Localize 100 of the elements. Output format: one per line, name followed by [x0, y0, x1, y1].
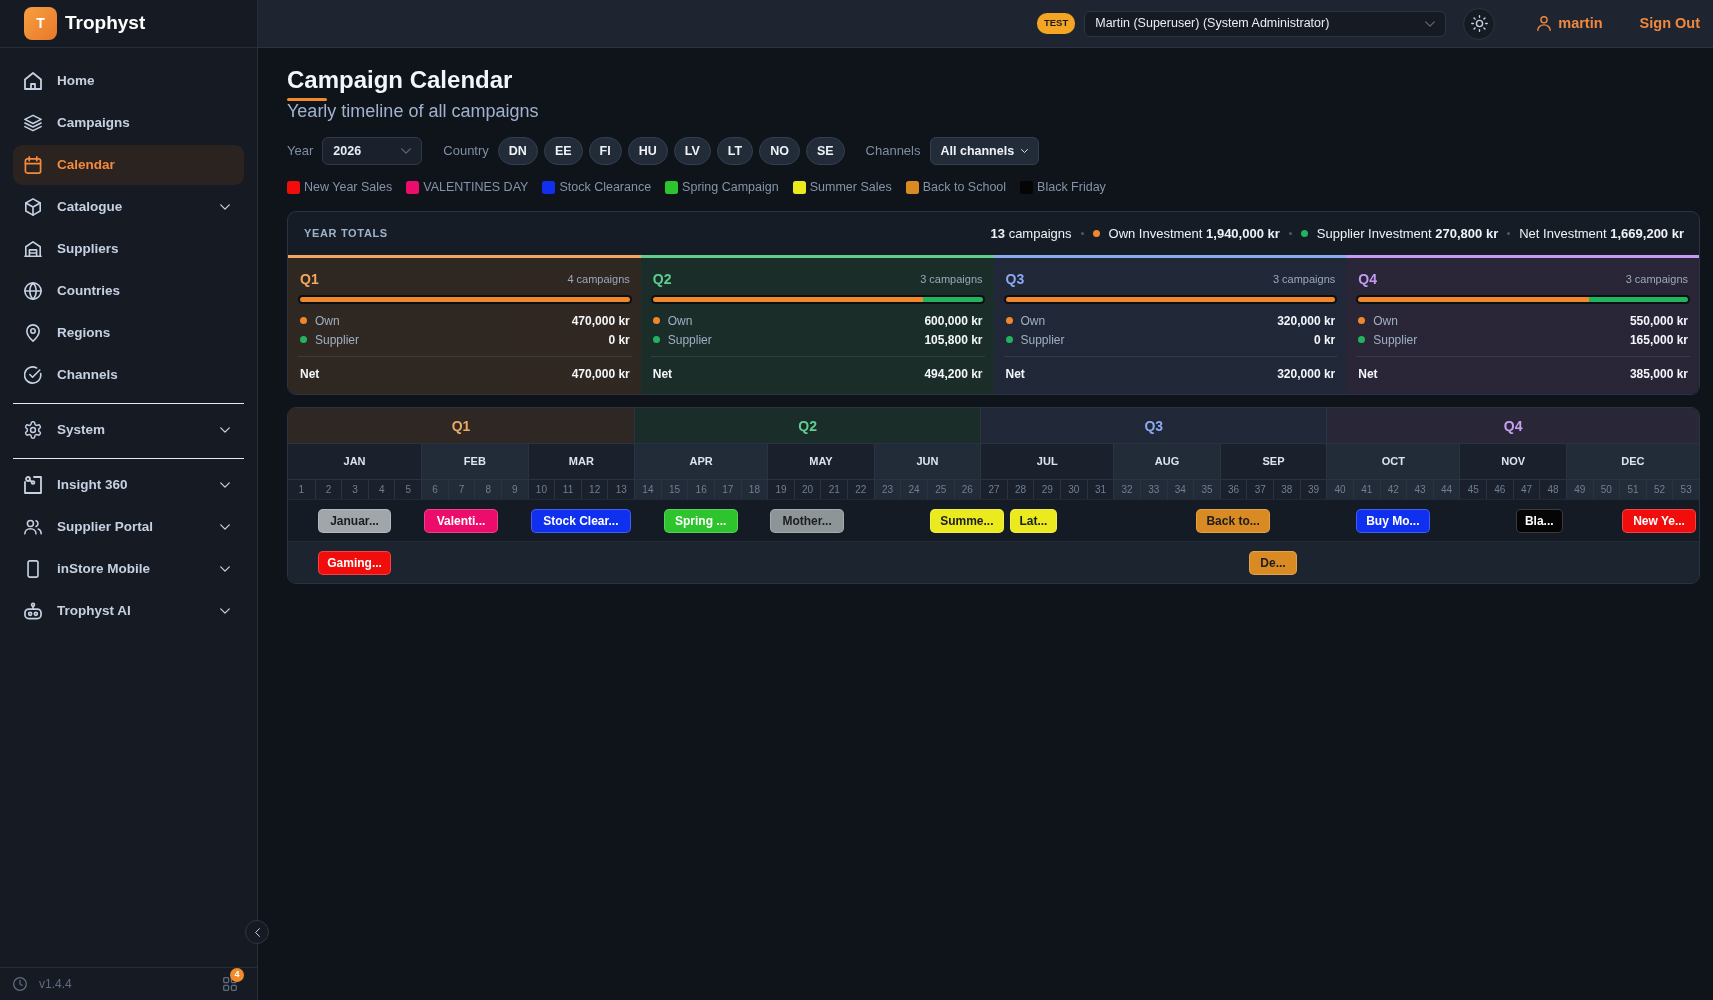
campaign-bar[interactable]: Gaming... — [317, 550, 392, 575]
campaign-bar[interactable]: New Ye... — [1622, 508, 1696, 533]
campaign-bar[interactable]: Summe... — [929, 508, 1004, 533]
section-title: YEAR TOTALS — [304, 226, 388, 242]
week-number: 1 — [288, 479, 315, 499]
week-number: 49 — [1565, 479, 1593, 499]
country-chip[interactable]: LT — [716, 137, 754, 165]
country-chip[interactable]: SE — [805, 137, 845, 165]
sidebar-item[interactable]: Catalogue — [13, 187, 244, 227]
campaign-bar[interactable]: Stock Clear... — [530, 508, 632, 533]
campaign-count: 3 campaigns — [920, 271, 983, 287]
amount-label: Net — [1358, 365, 1378, 383]
user-link[interactable]: martin — [1537, 12, 1603, 35]
week-number: 50 — [1592, 479, 1620, 499]
campaign-bar[interactable]: Lat... — [1009, 508, 1058, 533]
week-number: 44 — [1432, 479, 1460, 499]
sidebar-item[interactable]: Regions — [13, 313, 244, 353]
amount-label: Net — [652, 365, 673, 383]
week-number: 4 — [367, 479, 395, 499]
sidebar-item[interactable]: Countries — [13, 271, 244, 311]
sidebar-item[interactable]: Trophyst AI — [13, 591, 244, 631]
country-chip[interactable]: NO — [759, 137, 800, 165]
total-stat: Own Investment 1,940,000 kr — [1108, 224, 1280, 243]
week-number: 12 — [580, 479, 608, 499]
amount-value: 0 kr — [1313, 331, 1336, 349]
year-select[interactable]: 2026 — [322, 137, 423, 165]
month-header: AUG — [1113, 443, 1220, 479]
role-select[interactable]: Martin (Superuser) (System Administrator) — [1084, 10, 1447, 37]
month-header: SEP — [1219, 443, 1327, 479]
week-number: 48 — [1539, 479, 1566, 499]
campaign-bar[interactable]: Back to... — [1196, 508, 1271, 533]
sidebar-item[interactable]: Channels — [13, 355, 244, 395]
week-number: 17 — [713, 479, 741, 499]
campaign-bar[interactable]: Mother... — [770, 508, 845, 533]
month-header: NOV — [1459, 443, 1566, 479]
campaign-bar[interactable]: Valenti... — [424, 508, 498, 533]
sidebar-item[interactable]: Supplier Portal — [13, 507, 244, 547]
cube-icon — [24, 198, 42, 216]
country-chip[interactable]: FI — [588, 137, 622, 165]
filter-label: Country — [443, 142, 489, 161]
sign-out-link[interactable]: Sign Out — [1639, 12, 1700, 35]
campaign-count: 4 campaigns — [567, 271, 630, 287]
month-header: DEC — [1565, 443, 1699, 479]
sidebar-item[interactable]: Calendar — [13, 145, 244, 185]
week-number: 26 — [953, 479, 981, 499]
campaign-bar[interactable]: Buy Mo... — [1355, 508, 1430, 533]
campaign-bar[interactable]: Januar... — [317, 508, 392, 533]
amount-value: 165,000 kr — [1629, 331, 1688, 349]
month-header: MAR — [527, 443, 635, 479]
warehouse-icon — [24, 240, 42, 258]
legend-label: Summer Sales — [809, 178, 892, 196]
total-stat: Net Investment 1,669,200 kr — [1519, 224, 1684, 243]
channels-dropdown[interactable]: All channels — [929, 137, 1040, 165]
caret-icon — [401, 148, 412, 154]
gear-icon — [24, 421, 42, 439]
amount-value: 550,000 kr — [1629, 312, 1688, 330]
week-number: 47 — [1512, 479, 1540, 499]
sidebar-item[interactable]: System — [13, 410, 244, 450]
phone-icon — [24, 560, 42, 578]
country-chip[interactable]: HU — [627, 137, 668, 165]
week-number: 36 — [1219, 479, 1247, 499]
sidebar-item[interactable]: Insight 360 — [13, 465, 244, 505]
amount-label: Supplier — [667, 331, 712, 349]
total-stat: 13 campaigns — [990, 224, 1072, 243]
sidebar-item[interactable]: Home — [13, 61, 244, 101]
amount-value: 470,000 kr — [571, 365, 630, 383]
week-number: 34 — [1166, 479, 1194, 499]
caret-icon — [1425, 20, 1436, 27]
week-number: 21 — [820, 479, 848, 499]
week-number: 51 — [1619, 479, 1646, 499]
total-stat: Supplier Investment 270,800 kr — [1316, 224, 1499, 243]
country-chip[interactable]: LV — [673, 137, 711, 165]
sidebar-item[interactable]: Suppliers — [13, 229, 244, 269]
week-number: 19 — [767, 479, 794, 499]
sidebar-item[interactable]: Campaigns — [13, 103, 244, 143]
campaign-bar[interactable]: De... — [1249, 550, 1297, 575]
globe-icon — [24, 282, 42, 300]
country-chip[interactable]: EE — [543, 137, 583, 165]
sidebar-item[interactable]: inStore Mobile — [13, 549, 244, 589]
apps-button[interactable] — [223, 977, 237, 991]
week-number: 52 — [1645, 479, 1673, 499]
week-number: 8 — [474, 479, 501, 499]
campaign-bar[interactable]: Bla... — [1515, 508, 1563, 533]
amount-label: Net — [1005, 365, 1025, 383]
caret-icon — [1021, 149, 1029, 153]
week-number: 15 — [660, 479, 688, 499]
grid-icon — [223, 977, 237, 991]
quarter-title: Q3 — [1005, 269, 1025, 289]
month-header: JUL — [980, 443, 1114, 479]
version-text: v1.4.4 — [39, 976, 72, 993]
amount-value: 494,200 kr — [924, 365, 983, 383]
page-subtitle: Yearly timeline of all campaigns — [287, 101, 540, 122]
week-number: 45 — [1459, 479, 1486, 499]
amount-value: 105,800 kr — [924, 331, 983, 349]
week-number: 41 — [1352, 479, 1380, 499]
filter-label: Channels — [865, 142, 921, 161]
quarter-label: Q4 — [1503, 417, 1523, 434]
amount-label: Own — [1020, 312, 1046, 330]
amount-value: 320,000 kr — [1277, 365, 1336, 383]
country-chip[interactable]: DN — [497, 137, 538, 165]
